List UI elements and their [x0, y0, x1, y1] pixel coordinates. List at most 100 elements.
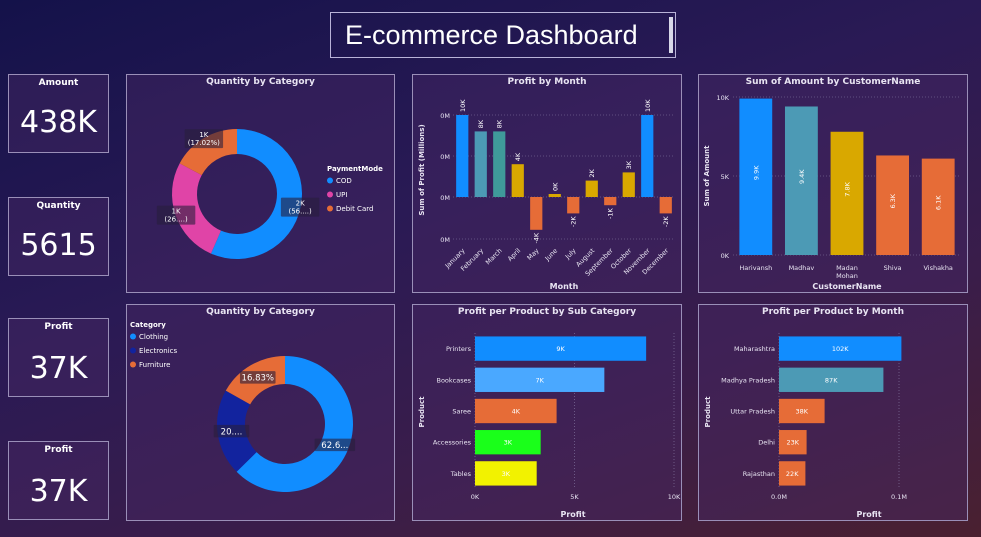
data-label: -2K [662, 216, 670, 227]
data-label: 2K [588, 168, 596, 177]
y-tick-label: Delhi [758, 439, 775, 447]
text-cursor [669, 17, 673, 53]
kpi-label: Quantity [36, 201, 81, 211]
bar[interactable] [511, 164, 524, 197]
y-tick-label: Saree [452, 408, 471, 416]
profit-by-subcategory-chart[interactable]: Profit per Product by Sub Category 0K 5K 1… [412, 304, 682, 521]
x-tick-label: March [484, 247, 504, 267]
data-label: 7K [535, 376, 544, 384]
data-label: (17.02%) [188, 139, 220, 147]
y-tick-label: 0M [440, 153, 450, 161]
x-tick-label: June [543, 247, 559, 263]
data-label: 16.83% [242, 374, 274, 384]
profit-by-state-chart[interactable]: Profit per Product by Month 0.0M 0.1M 102K… [698, 304, 968, 521]
y-tick-label: 0M [440, 112, 450, 120]
data-label: 8K [477, 119, 485, 128]
bar[interactable] [604, 197, 617, 206]
bar[interactable] [659, 197, 672, 214]
y-tick-label: 0M [440, 194, 450, 202]
bar-chart-svg: 10K 5K 0K 9.9K Harivansh 9.4K Madhav 7.8K MadanM… [703, 94, 961, 291]
kpi-card-amount[interactable]: Amount 438K [8, 74, 109, 153]
legend-marker [130, 347, 136, 354]
legend-item: COD [336, 177, 352, 185]
data-label: 6.3K [889, 193, 897, 208]
data-label: -4K [533, 232, 541, 243]
x-tick-label: May [525, 247, 540, 262]
quantity-by-paymentmode-donut[interactable]: Quantity by Category 2K (56....) 1K (26....… [126, 74, 395, 293]
bar[interactable] [567, 197, 580, 214]
x-axis-title: Month [550, 282, 579, 291]
y-axis-title: Product [418, 396, 426, 428]
data-label: 62.6... [321, 441, 348, 451]
data-label: 1K [172, 208, 181, 216]
legend-item: Furniture [139, 361, 170, 369]
y-tick-label: Printers [446, 345, 472, 353]
data-label: (26....) [164, 216, 188, 224]
dashboard-title: E-commerce Dashboard [345, 19, 638, 50]
legend-item: UPI [336, 191, 347, 199]
bar[interactable] [548, 194, 561, 197]
bar[interactable] [530, 197, 543, 230]
legend-marker [327, 191, 333, 198]
bar[interactable] [474, 131, 487, 197]
kpi-card-quantity[interactable]: Quantity 5615 [8, 197, 109, 276]
legend-item: Clothing [139, 333, 168, 341]
quantity-by-category-donut[interactable]: Quantity by Category 62.6... 20.... 16.83%… [126, 304, 395, 521]
data-label: 9K [556, 345, 565, 353]
x-tick-label: 0.0M [771, 493, 787, 501]
x-tick-label: 0.1M [891, 493, 907, 501]
data-label: 7.8K [844, 181, 852, 196]
x-tick-label: Shiva [884, 264, 902, 272]
bar-chart-svg: 0.0M 0.1M 102K Maharashtra 87K Madhya Pradesh… [704, 333, 907, 519]
data-label: 2K [296, 200, 305, 208]
y-tick-label: Tables [450, 470, 472, 478]
y-tick-label: Rajasthan [743, 470, 775, 478]
legend-title: Category [130, 321, 166, 329]
x-tick-label: Harivansh [739, 264, 772, 272]
bar[interactable] [622, 172, 635, 197]
legend-marker [130, 333, 136, 340]
y-tick-label: 10K [716, 94, 729, 102]
kpi-label: Profit [44, 445, 73, 455]
y-tick-label: Maharashtra [734, 345, 775, 353]
x-tick-label: 5K [570, 493, 579, 501]
y-tick-label: 0M [440, 236, 450, 244]
x-tick-label: July [563, 247, 578, 262]
profit-by-month-chart[interactable]: Profit by Month 0M 0M 0M 0M 10K January 8K Febr… [412, 74, 682, 293]
y-tick-label: Accessories [433, 439, 472, 447]
kpi-value: 37K [29, 351, 88, 386]
data-label: 9.9K [752, 165, 760, 180]
data-label: 6.1K [935, 195, 943, 210]
kpi-value: 37K [29, 474, 88, 509]
bar[interactable] [456, 115, 469, 197]
bar-chart-svg: 0M0M0M0M10KJanuary8KFebruary8KMarch4KApr… [418, 99, 675, 291]
kpi-label: Amount [38, 78, 79, 88]
x-tick-label: Madan [836, 264, 858, 272]
y-tick-label: 0K [721, 252, 730, 260]
y-axis-title: Sum of Profit (Millions) [418, 124, 426, 215]
data-label: 22K [786, 470, 799, 478]
bar[interactable] [585, 180, 598, 197]
amount-by-customer-chart[interactable]: Sum of Amount by CustomerName 10K 5K 0K 9.9… [698, 74, 968, 293]
legend-marker [130, 361, 136, 368]
bar[interactable] [641, 115, 654, 197]
data-label: 4K [512, 408, 521, 416]
data-label: 102K [832, 345, 849, 353]
x-tick-label: 10K [668, 493, 681, 501]
data-label: 10K [644, 99, 652, 112]
bar-chart-svg: 0K 5K 10K 9K Printers 7K Bookcases 4K Saree 3K Acc… [418, 333, 681, 519]
bar[interactable] [493, 131, 506, 197]
data-label: 1K [199, 131, 208, 139]
data-label: -2K [570, 216, 578, 227]
data-label: 9.4K [798, 169, 806, 184]
y-axis-title: Sum of Amount [703, 145, 711, 207]
data-label: 3K [502, 470, 511, 478]
kpi-card-profit-2[interactable]: Profit 37K [8, 441, 109, 520]
y-axis-title: Product [704, 396, 712, 428]
legend-item: Debit Card [336, 205, 373, 213]
y-tick-label: 5K [721, 173, 730, 181]
legend-marker [327, 205, 333, 212]
kpi-card-profit[interactable]: Profit 37K [8, 318, 109, 397]
y-tick-label: Bookcases [436, 376, 471, 384]
donut-chart-svg: 2K(56....)1K(26....)1K(17.02%)PaymentMod… [156, 129, 383, 259]
